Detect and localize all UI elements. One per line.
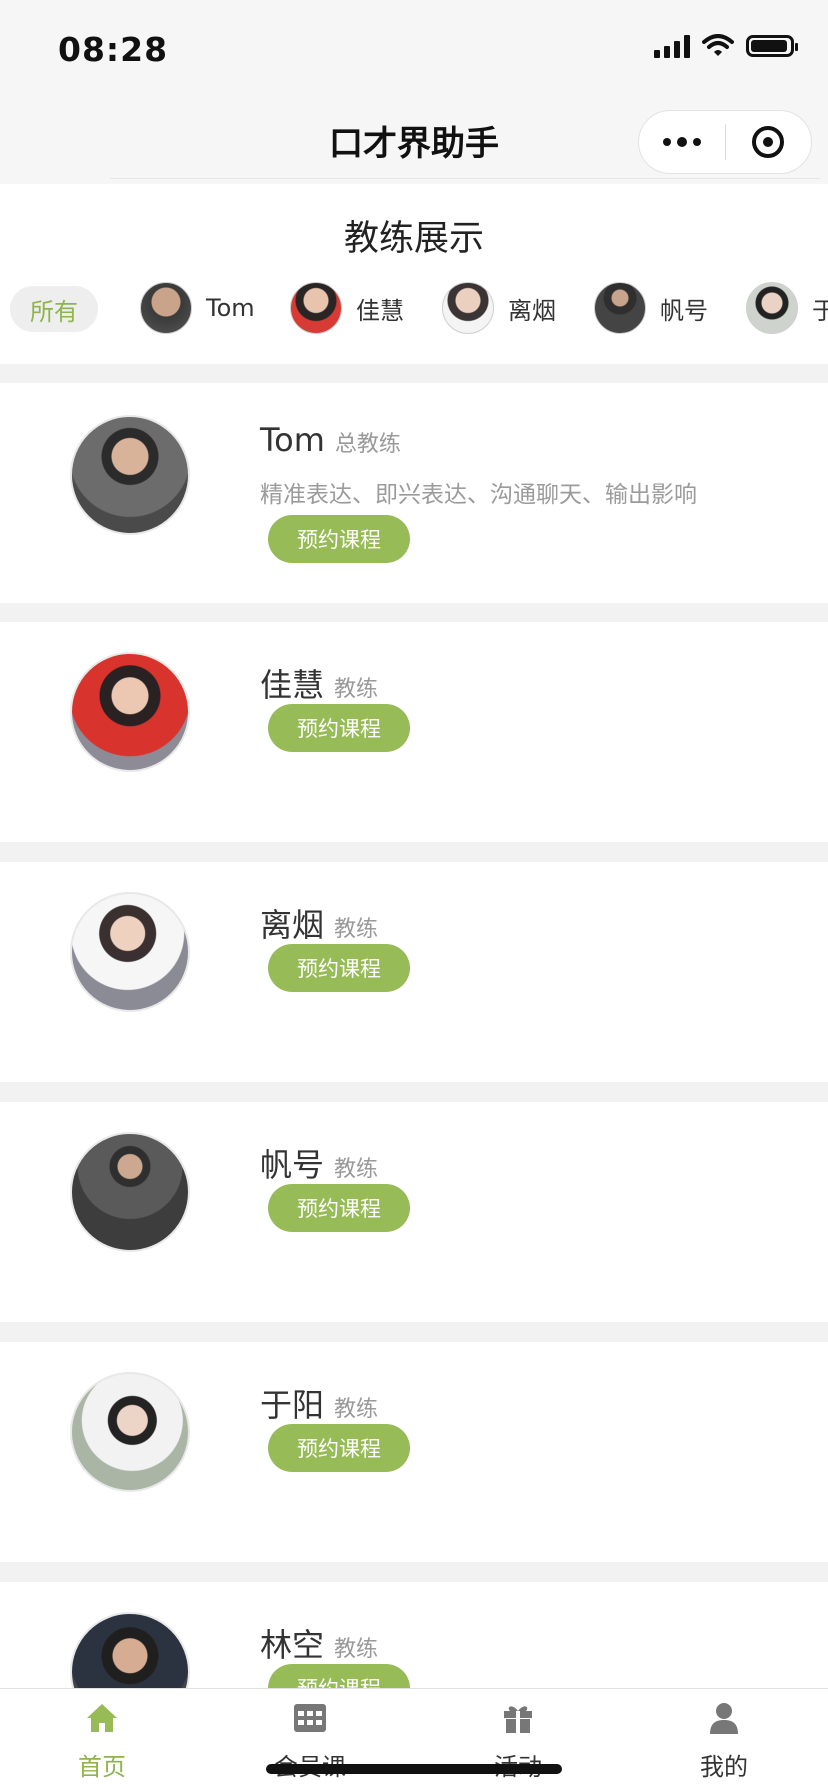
coach-role: 总教练 <box>334 432 401 457</box>
coach-card[interactable]: Tom 总教练 精准表达、即兴表达、沟通聊天、输出影响 预约课程 <box>0 383 828 603</box>
coach-avatar <box>70 892 190 1012</box>
chip-label: 离烟 <box>508 296 556 325</box>
filter-chip-yuyang[interactable]: 于 <box>746 282 828 334</box>
coach-name: 帆号 <box>260 1146 325 1184</box>
filter-all-chip[interactable]: 所有 <box>10 286 98 332</box>
coach-avatar <box>70 652 190 772</box>
status-bar: 08:28 <box>0 0 828 96</box>
battery-icon <box>746 35 798 57</box>
book-course-button[interactable]: 预约课程 <box>268 1424 410 1472</box>
filter-chip-jiahui[interactable]: 佳慧 <box>290 282 404 334</box>
more-button[interactable] <box>639 111 725 173</box>
status-icons <box>654 34 798 58</box>
signal-icon <box>654 34 690 58</box>
calendar-grid-icon <box>294 1704 326 1732</box>
coach-role: 教练 <box>334 1637 379 1662</box>
coach-role: 教练 <box>334 1157 379 1182</box>
home-indicator[interactable] <box>266 1764 562 1774</box>
wifi-icon <box>702 34 734 56</box>
filter-chip-fanhao[interactable]: 帆号 <box>594 282 708 334</box>
target-icon <box>752 126 785 158</box>
coach-name-line: 帆号 教练 <box>260 1140 378 1186</box>
tab-profile[interactable]: 我的 <box>664 1701 784 1782</box>
filter-divider <box>110 178 820 179</box>
more-dots-icon <box>662 137 701 147</box>
bottom-tab-bar: 首页 会员课 活动 <box>0 1688 828 1791</box>
book-course-button[interactable]: 预约课程 <box>268 704 410 752</box>
avatar <box>594 282 646 334</box>
tab-label: 我的 <box>700 1753 748 1781</box>
avatar <box>140 282 192 334</box>
coach-name-line: 林空 教练 <box>260 1620 378 1666</box>
chip-label: 佳慧 <box>356 296 404 325</box>
close-miniprogram-button[interactable] <box>726 111 812 173</box>
coach-name-line: 佳慧 教练 <box>260 660 378 706</box>
coach-specialties: 精准表达、即兴表达、沟通聊天、输出影响 <box>260 482 697 508</box>
coach-filter-row: 所有 Tom 佳慧 离烟 帆号 于 <box>0 280 828 358</box>
avatar <box>746 282 798 334</box>
tab-label: 首页 <box>78 1753 126 1781</box>
coach-card[interactable]: 帆号 教练 预约课程 <box>0 1102 828 1322</box>
coach-role: 教练 <box>334 917 379 942</box>
section-title: 教练展示 <box>343 219 484 259</box>
tab-home[interactable]: 首页 <box>42 1701 162 1782</box>
filter-chip-liyan[interactable]: 离烟 <box>442 282 556 334</box>
coach-name: 佳慧 <box>260 666 325 704</box>
gift-icon <box>504 1706 532 1733</box>
coach-card[interactable]: 于阳 教练 预约课程 <box>0 1342 828 1562</box>
coach-role: 教练 <box>334 677 379 702</box>
chip-label: 于 <box>812 296 828 325</box>
coach-role: 教练 <box>334 1397 379 1422</box>
coach-name-line: 于阳 教练 <box>260 1380 378 1426</box>
nav-bar: 口才界助手 <box>0 96 828 184</box>
coach-card[interactable]: 离烟 教练 预约课程 <box>0 862 828 1082</box>
coach-name: 离烟 <box>260 906 325 944</box>
miniprogram-capsule <box>638 110 812 174</box>
avatar <box>290 282 342 334</box>
coach-avatar <box>70 1372 190 1492</box>
coach-name: Tom <box>260 421 325 459</box>
filter-chip-tom[interactable]: Tom <box>140 282 255 334</box>
book-course-button[interactable]: 预约课程 <box>268 1184 410 1232</box>
chip-label: Tom <box>206 294 255 322</box>
avatar <box>442 282 494 334</box>
coach-card[interactable]: 佳慧 教练 预约课程 <box>0 622 828 842</box>
book-course-button[interactable]: 预约课程 <box>268 944 410 992</box>
coach-avatar <box>70 415 190 535</box>
user-icon <box>710 1703 738 1734</box>
coach-section-header: 教练展示 所有 Tom 佳慧 离烟 帆号 于 <box>0 184 828 364</box>
coach-name: 于阳 <box>260 1386 325 1424</box>
coach-avatar <box>70 1132 190 1252</box>
chip-label: 帆号 <box>660 296 708 325</box>
coach-name-line: 离烟 教练 <box>260 900 378 946</box>
home-icon <box>87 1704 117 1732</box>
coach-name-line: Tom 总教练 <box>260 421 401 459</box>
coach-card[interactable]: 林空教练 预约课程 <box>0 1582 828 1732</box>
status-time: 08:28 <box>58 30 169 69</box>
coach-name: 林空 <box>260 1626 325 1664</box>
book-course-button[interactable]: 预约课程 <box>268 515 410 563</box>
app-screen: 08:28 口才界助手 教练展示 所有 Tom 佳慧 离烟 帆号 于 Tom 总… <box>0 0 828 1791</box>
